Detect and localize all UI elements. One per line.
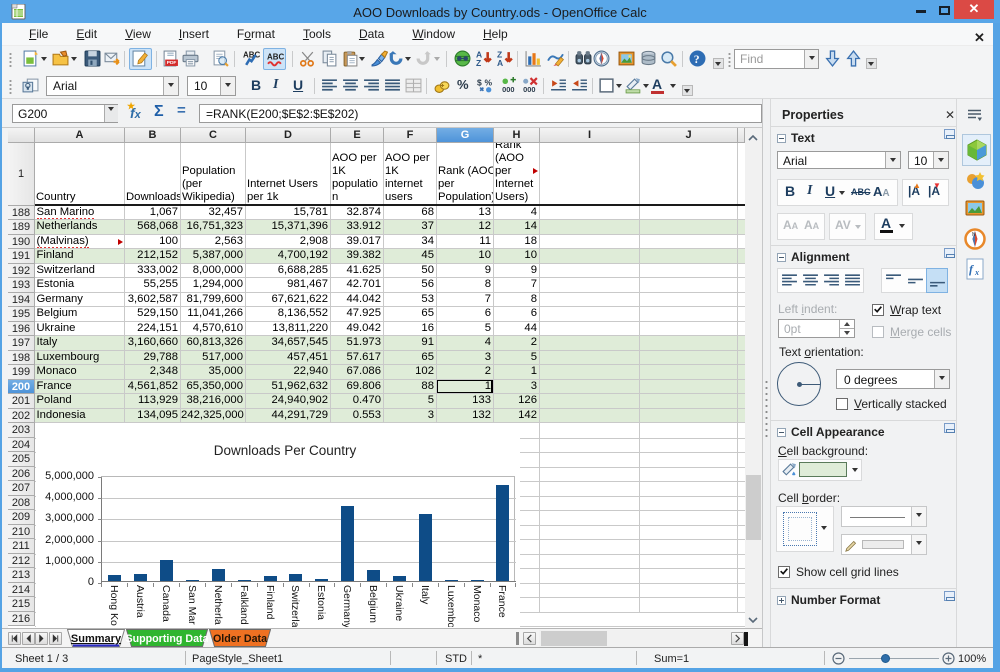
svg-text:?: ?: [694, 53, 700, 66]
svg-text:%: %: [484, 78, 492, 88]
svg-text:000: 000: [523, 85, 535, 94]
svg-text:x: x: [974, 268, 979, 277]
svg-text:Z: Z: [476, 58, 481, 67]
svg-text:$: $: [477, 78, 482, 88]
svg-text:000: 000: [502, 85, 514, 94]
svg-text:ABC: ABC: [267, 53, 284, 62]
svg-text:A: A: [497, 58, 503, 67]
svg-text:Summary: Summary: [71, 633, 122, 645]
svg-text:Older Data: Older Data: [213, 633, 268, 645]
svg-text:ABC: ABC: [243, 50, 260, 59]
svg-text:N: N: [972, 232, 976, 238]
svg-text:PDF: PDF: [167, 60, 177, 66]
svg-text:Supporting Data: Supporting Data: [126, 633, 208, 645]
